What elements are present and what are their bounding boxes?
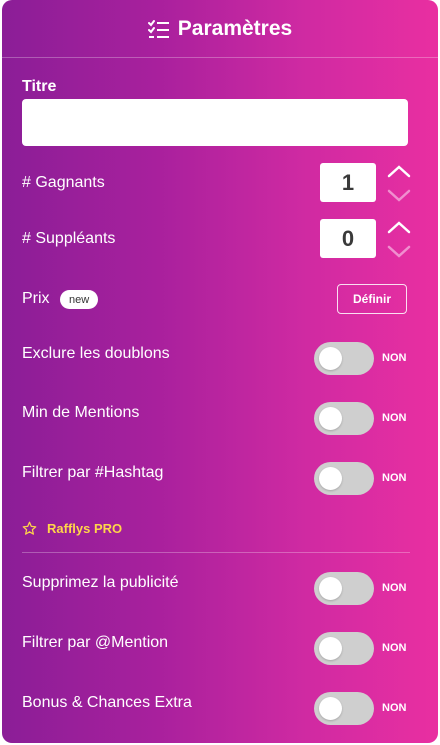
- mention-filter-toggle[interactable]: [314, 632, 374, 665]
- remove-ads-state: NON: [382, 582, 407, 594]
- substitutes-value: 0: [341, 225, 355, 251]
- substitutes-input[interactable]: 0: [320, 219, 376, 258]
- hashtag-filter-toggle[interactable]: [314, 462, 374, 495]
- page-title: Paramètres: [177, 16, 293, 40]
- winners-decrement-chevron-down-icon[interactable]: [387, 189, 411, 203]
- winners-input[interactable]: 1: [320, 163, 376, 202]
- mention-filter-state: NON: [382, 642, 407, 654]
- substitutes-label: # Suppléants: [22, 230, 116, 247]
- remove-ads-label: Supprimez la publicité: [22, 574, 179, 591]
- mention-filter-label: Filtrer par @Mention: [22, 634, 169, 651]
- substitutes-decrement-chevron-down-icon[interactable]: [387, 245, 411, 259]
- prize-label: Prix: [22, 290, 50, 307]
- exclude-duplicates-state: NON: [382, 352, 407, 364]
- toggle-knob: [319, 347, 342, 370]
- title-label: Titre: [22, 78, 57, 95]
- bonus-chances-label: Bonus & Chances Extra: [22, 694, 192, 711]
- exclude-duplicates-label: Exclure les doublons: [22, 345, 170, 362]
- title-input[interactable]: [22, 99, 408, 146]
- new-badge: new: [60, 290, 99, 309]
- toggle-knob: [319, 407, 342, 430]
- toggle-knob: [319, 577, 342, 600]
- pro-label: Rafflys PRO: [47, 521, 123, 536]
- pro-section-header: Rafflys PRO: [22, 521, 122, 536]
- settings-panel: Paramètres Titre # Gagnants 1 # Suppléan…: [2, 0, 438, 743]
- star-icon: [22, 521, 37, 535]
- min-mentions-toggle[interactable]: [314, 402, 374, 435]
- divider: [22, 552, 410, 553]
- winners-value: 1: [341, 169, 355, 195]
- panel-header: Paramètres: [2, 0, 438, 58]
- min-mentions-label: Min de Mentions: [22, 404, 140, 421]
- bonus-chances-state: NON: [382, 702, 407, 714]
- winners-increment-chevron-up-icon[interactable]: [387, 164, 411, 178]
- toggle-knob: [319, 467, 342, 490]
- remove-ads-toggle[interactable]: [314, 572, 374, 605]
- winners-label: # Gagnants: [22, 174, 105, 191]
- hashtag-filter-label: Filtrer par #Hashtag: [22, 464, 164, 481]
- substitutes-increment-chevron-up-icon[interactable]: [387, 220, 411, 234]
- toggle-knob: [319, 697, 342, 720]
- define-prize-button[interactable]: Définir: [337, 284, 407, 314]
- exclude-duplicates-toggle[interactable]: [314, 342, 374, 375]
- min-mentions-state: NON: [382, 412, 407, 424]
- toggle-knob: [319, 637, 342, 660]
- hashtag-filter-state: NON: [382, 472, 407, 484]
- checklist-icon: [147, 19, 169, 38]
- bonus-chances-toggle[interactable]: [314, 692, 374, 725]
